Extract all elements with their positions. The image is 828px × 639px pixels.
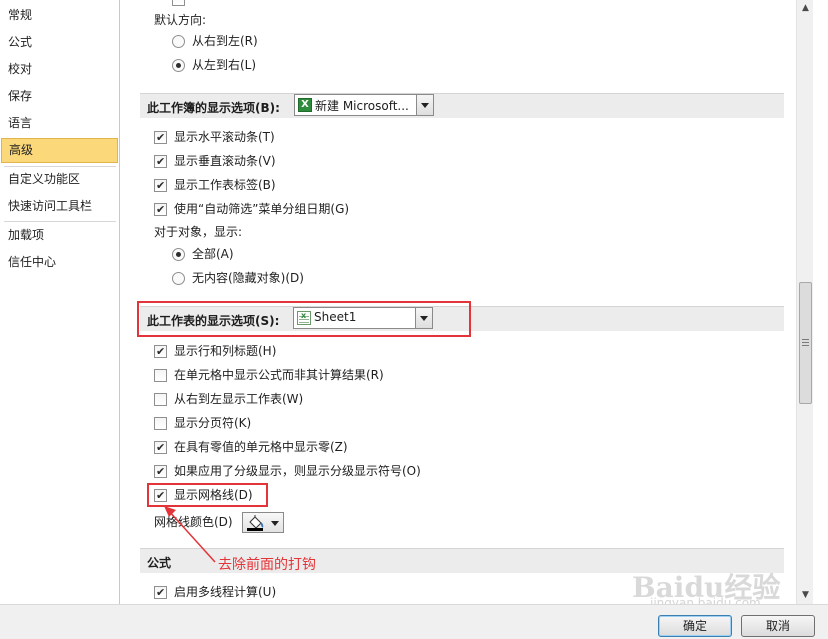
ws-formulas-label: 在单元格中显示公式而非其计算结果(R): [174, 368, 384, 382]
nav-item-trust-center[interactable]: 信任中心: [1, 251, 118, 274]
gridline-color-picker[interactable]: [242, 512, 284, 533]
annotation-text: 去除前面的打钩: [218, 557, 316, 573]
wb-vscroll-label: 显示垂直滚动条(V): [174, 154, 276, 168]
nav-item-customize-ribbon[interactable]: 自定义功能区: [1, 168, 118, 191]
excel-workbook-icon: X: [298, 98, 312, 112]
clipped-checkbox: [172, 0, 185, 6]
wb-group-dates-label: 使用“自动筛选”菜单分组日期(G): [174, 202, 350, 216]
cancel-button[interactable]: 取消: [741, 615, 815, 637]
objects-all-radio[interactable]: [172, 248, 185, 261]
objects-hide-label: 无内容(隐藏对象)(D): [192, 271, 304, 285]
wb-hscroll-checkbox[interactable]: [154, 129, 167, 147]
nav-divider: [4, 221, 116, 222]
direction-label: 默认方向:: [154, 13, 207, 27]
ws-headers-checkbox[interactable]: [154, 343, 167, 361]
nav-item-save[interactable]: 保存: [1, 85, 118, 108]
ws-zeros-checkbox[interactable]: [154, 439, 167, 457]
nav-item-proofing[interactable]: 校对: [1, 58, 118, 81]
direction-rtl-radio[interactable]: [172, 35, 185, 48]
ws-option-page-breaks[interactable]: 显示分页符(K): [154, 414, 454, 432]
formula-multithread-label: 启用多线程计算(U): [174, 585, 277, 599]
direction-ltr-option[interactable]: 从左到右(L): [172, 56, 372, 74]
wb-option-sheet-tabs[interactable]: 显示工作表标签(B): [154, 176, 454, 195]
ws-rtl-label: 从右到左显示工作表(W): [174, 392, 304, 406]
ws-option-zeros[interactable]: 在具有零值的单元格中显示零(Z): [154, 438, 454, 457]
nav-item-general[interactable]: 常规: [1, 4, 118, 27]
ws-page-breaks-checkbox[interactable]: [154, 417, 167, 430]
window-edge: [814, 0, 828, 604]
nav-item-language[interactable]: 语言: [1, 112, 118, 135]
workbook-display-section: 此工作簿的显示选项(B):: [140, 93, 784, 118]
ws-formulas-checkbox[interactable]: [154, 369, 167, 382]
selected-color-swatch: [247, 528, 263, 531]
ws-option-rtl[interactable]: 从右到左显示工作表(W): [154, 390, 454, 408]
wb-group-dates-checkbox[interactable]: [154, 201, 167, 219]
ws-outline-checkbox[interactable]: [154, 463, 167, 481]
objects-hide-radio[interactable]: [172, 272, 185, 285]
nav-item-advanced[interactable]: 高级: [1, 138, 118, 163]
nav-item-add-ins[interactable]: 加载项: [1, 224, 118, 247]
workbook-section-title: 此工作簿的显示选项(B):: [147, 101, 280, 115]
ws-option-headers[interactable]: 显示行和列标题(H): [154, 342, 454, 361]
nav-item-quick-access-toolbar[interactable]: 快速访问工具栏: [1, 195, 118, 218]
scroll-up-icon[interactable]: ▲: [800, 3, 811, 14]
dialog-footer: 确定 取消: [0, 604, 828, 639]
objects-label: 对于对象，显示:: [154, 225, 243, 239]
ok-button[interactable]: 确定: [658, 615, 732, 637]
wb-hscroll-label: 显示水平滚动条(T): [174, 130, 275, 144]
ws-page-breaks-label: 显示分页符(K): [174, 416, 252, 430]
vertical-scrollbar[interactable]: ▲ ▼: [796, 0, 813, 604]
scroll-down-icon[interactable]: ▼: [800, 590, 811, 601]
direction-rtl-option[interactable]: 从右到左(R): [172, 32, 372, 50]
chevron-down-icon[interactable]: [416, 95, 433, 115]
workbook-select-value: 新建 Microsoft...: [315, 99, 409, 113]
nav-divider: [4, 166, 116, 167]
formula-option-multithread[interactable]: 启用多线程计算(U): [154, 583, 454, 602]
ws-option-formulas[interactable]: 在单元格中显示公式而非其计算结果(R): [154, 366, 484, 384]
options-nav: 常规 公式 校对 保存 语言 高级 自定义功能区 快速访问工具栏 加载项 信任中…: [0, 0, 120, 604]
objects-all-label: 全部(A): [192, 247, 234, 261]
direction-rtl-label: 从右到左(R): [192, 34, 258, 48]
objects-hide-option[interactable]: 无内容(隐藏对象)(D): [172, 269, 372, 287]
formula-multithread-checkbox[interactable]: [154, 584, 167, 602]
workbook-select[interactable]: X 新建 Microsoft...: [294, 94, 434, 116]
wb-option-vscroll[interactable]: 显示垂直滚动条(V): [154, 152, 454, 171]
wb-vscroll-checkbox[interactable]: [154, 153, 167, 171]
wb-option-group-dates[interactable]: 使用“自动筛选”菜单分组日期(G): [154, 200, 474, 219]
nav-item-formulas[interactable]: 公式: [1, 31, 118, 54]
ws-rtl-checkbox[interactable]: [154, 393, 167, 406]
direction-ltr-radio[interactable]: [172, 59, 185, 72]
direction-ltr-label: 从左到右(L): [192, 58, 257, 72]
ws-headers-label: 显示行和列标题(H): [174, 344, 277, 358]
wb-option-hscroll[interactable]: 显示水平滚动条(T): [154, 128, 454, 147]
scrollbar-thumb[interactable]: [799, 282, 812, 404]
wb-sheet-tabs-label: 显示工作表标签(B): [174, 178, 276, 192]
ws-option-outline[interactable]: 如果应用了分级显示，则显示分级显示符号(O): [154, 462, 484, 481]
ws-zeros-label: 在具有零值的单元格中显示零(Z): [174, 440, 348, 454]
ws-outline-label: 如果应用了分级显示，则显示分级显示符号(O): [174, 464, 421, 478]
wb-sheet-tabs-checkbox[interactable]: [154, 177, 167, 195]
annotation-arrow-icon: [164, 506, 216, 563]
objects-all-option[interactable]: 全部(A): [172, 245, 372, 263]
worksheet-options-highlight: [137, 301, 471, 337]
chevron-down-icon: [271, 521, 279, 526]
grip-icon: [802, 339, 809, 346]
